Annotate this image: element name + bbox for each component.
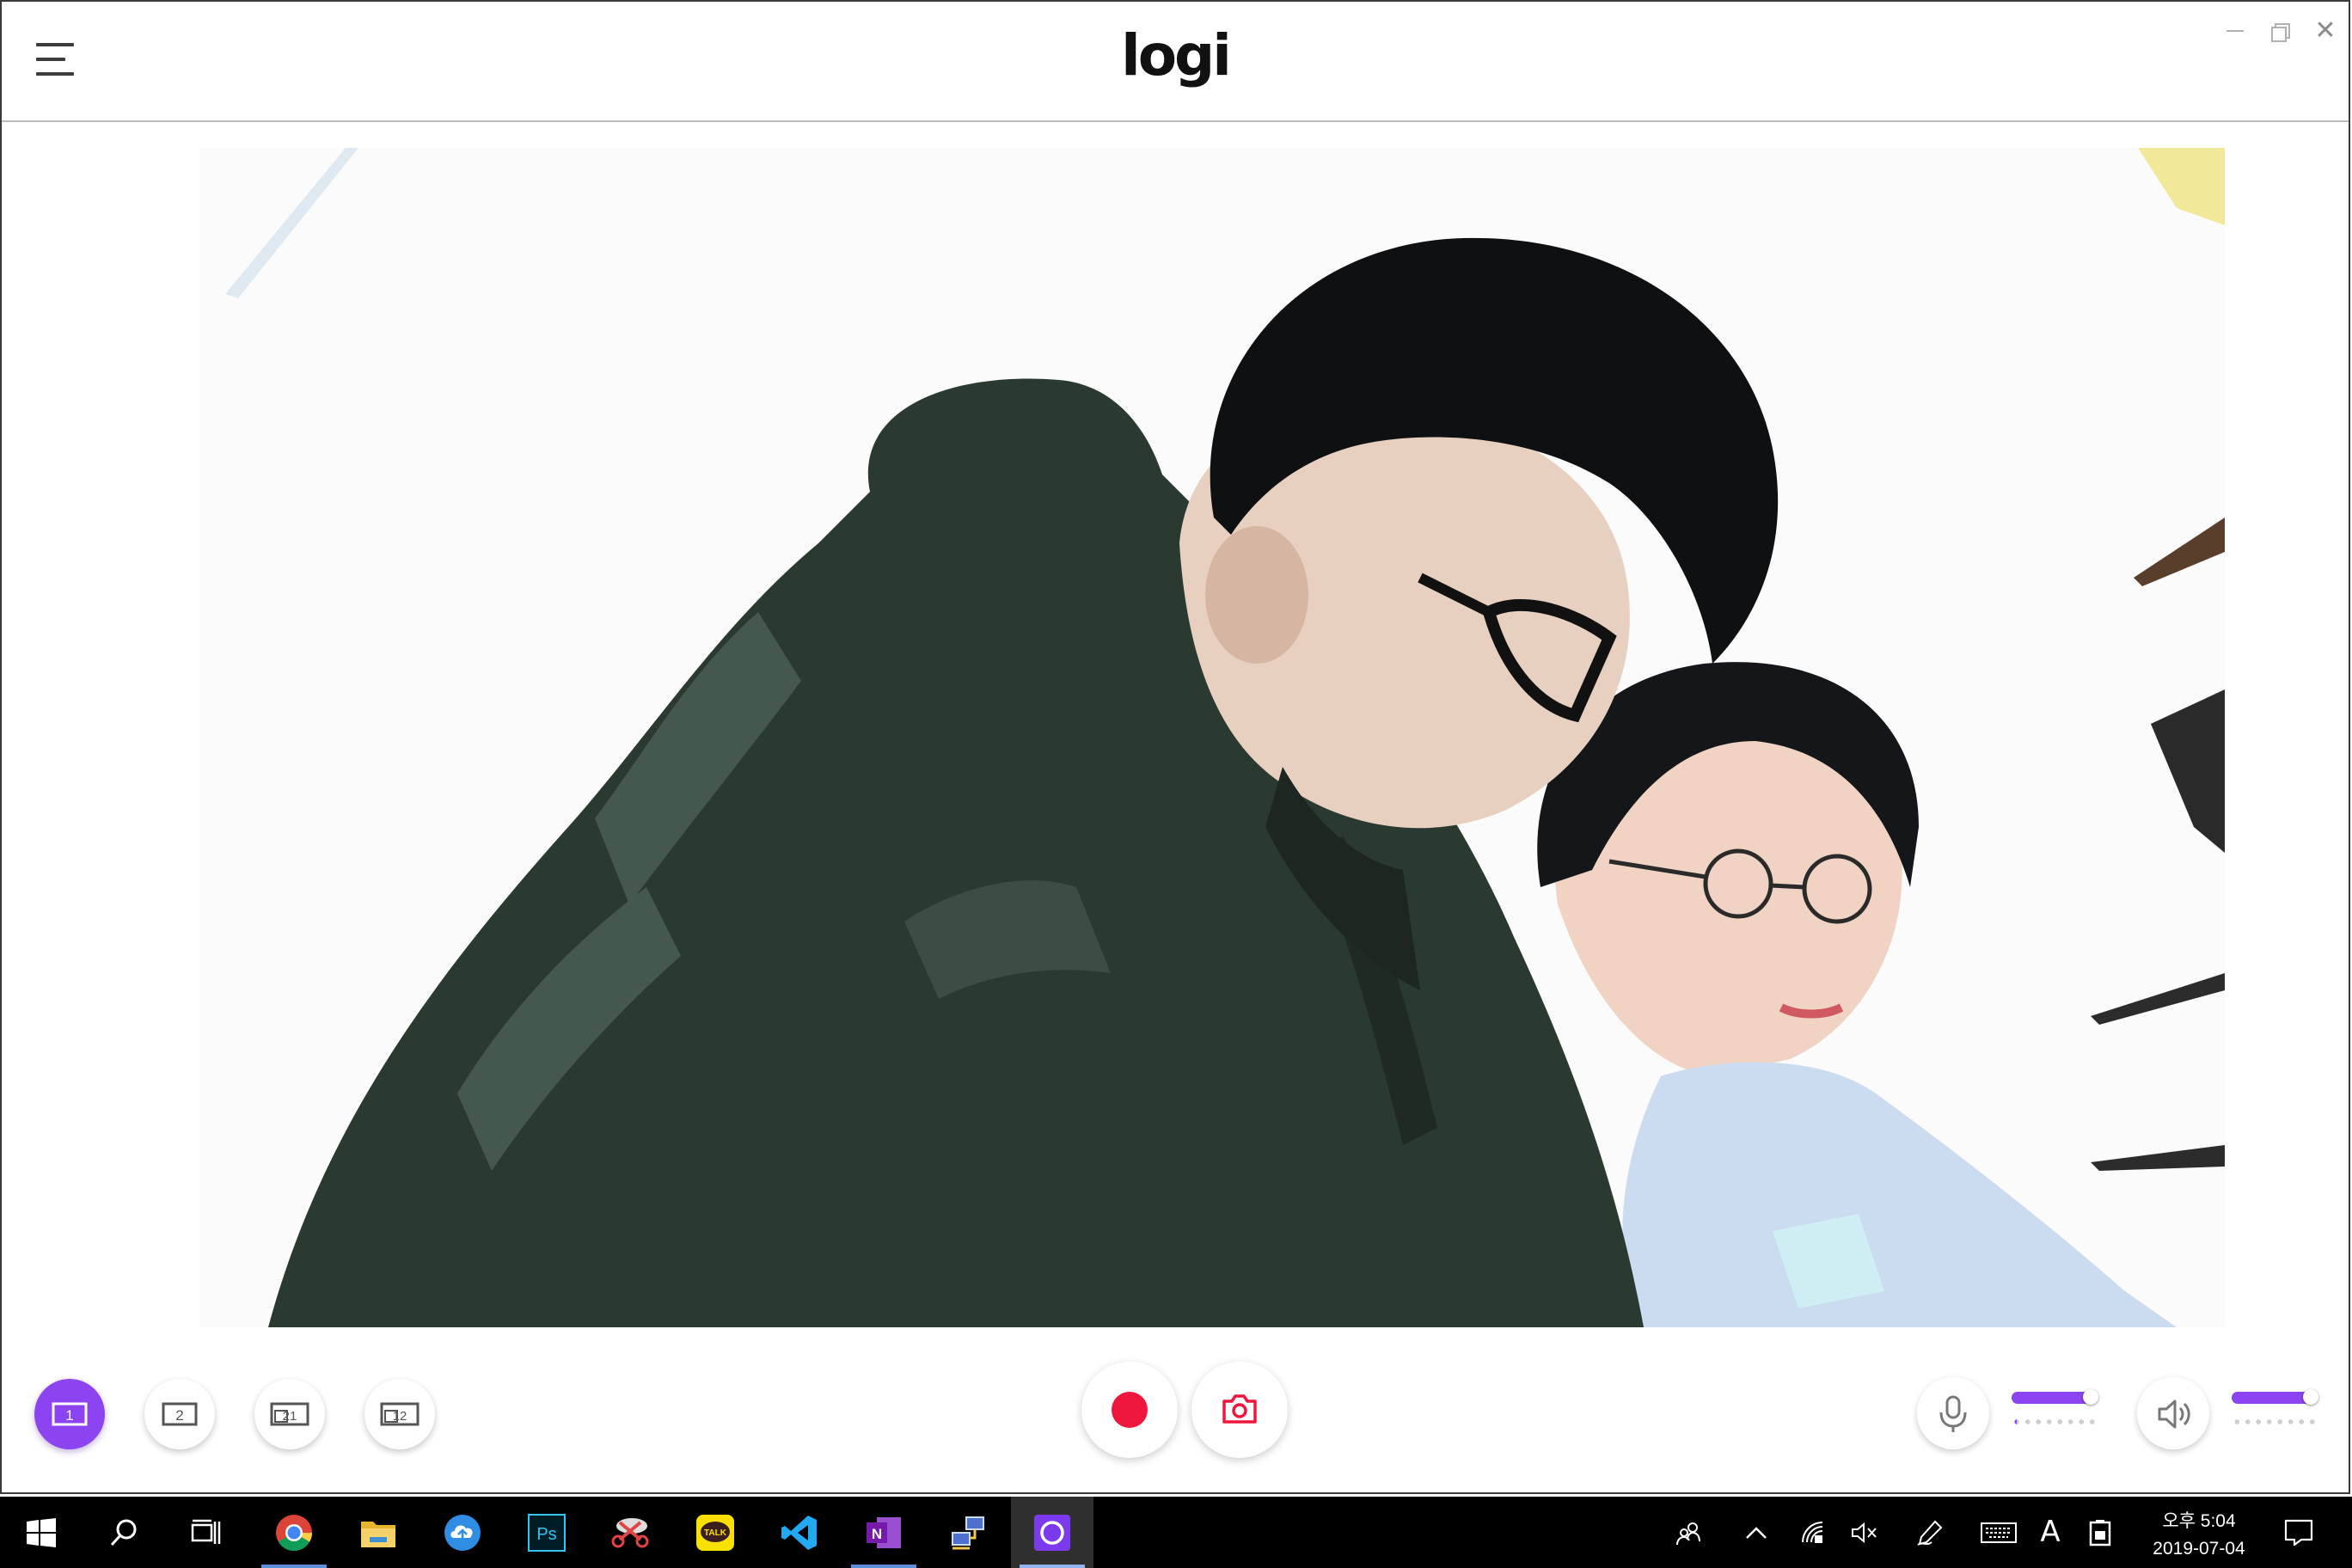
tray-show-hidden[interactable] [1736,1497,1776,1568]
taskbar-logi-capture[interactable] [1011,1497,1093,1568]
action-center-button[interactable] [2273,1497,2324,1568]
taskbar-clock[interactable]: 오후 5:04 2019-07-04 [2130,1497,2268,1568]
title-bar: logi ✕ [2,2,2349,122]
vscode-icon [781,1515,817,1550]
onenote-icon: N [867,1516,901,1548]
windows-start-icon [27,1517,56,1547]
wifi-icon [1802,1521,1823,1543]
svg-text:Ps: Ps [536,1525,556,1544]
photoshop-icon: Ps [528,1513,566,1552]
microphone-icon [1939,1395,1967,1432]
tray-network[interactable] [1793,1497,1833,1568]
layout-pip-1-2-button[interactable]: 12 [364,1379,435,1449]
taskbar-network-app[interactable] [927,1497,1009,1568]
volume-muted-icon [1852,1522,1877,1543]
tray-touch-keyboard[interactable] [1977,1497,2020,1568]
tray-windows-ink[interactable] [1910,1497,1950,1568]
minimize-icon[interactable] [2213,14,2259,48]
camera-preview [199,148,2225,1327]
logi-logo: logi [1121,22,1232,89]
close-icon[interactable]: ✕ [2302,14,2349,48]
chevron-up-icon [1746,1526,1767,1539]
taskbar-chrome[interactable] [253,1497,335,1568]
camera-icon [1222,1394,1257,1424]
taskbar-kakaotalk[interactable]: TALK [674,1497,756,1568]
snapshot-button[interactable] [1191,1362,1288,1458]
taskbar-photoshop[interactable]: Ps [505,1497,588,1568]
file-explorer-icon [361,1521,395,1547]
chrome-icon [276,1514,312,1551]
cloud-upload-icon [444,1514,481,1551]
task-view-button[interactable] [165,1497,248,1568]
clock-time: 오후 5:04 [2162,1511,2236,1531]
svg-text:1: 1 [65,1407,73,1424]
start-button[interactable] [0,1497,83,1568]
kakaotalk-icon: TALK [696,1514,734,1551]
action-center-icon [2284,1519,2313,1546]
tray-volume[interactable] [1845,1497,1884,1568]
speaker-volume-slider[interactable] [2232,1389,2321,1431]
logi-capture-icon [1034,1514,1070,1551]
svg-text:2: 2 [175,1407,183,1424]
battery-icon [2089,1519,2111,1546]
svg-text:12: 12 [393,1409,407,1424]
svg-text:21: 21 [283,1409,297,1424]
record-button[interactable] [1081,1362,1178,1458]
control-bar: 1 2 21 12 [2,1330,2352,1493]
keyboard-icon [1981,1522,2017,1543]
layout-single-1-button[interactable]: 1 [34,1379,105,1449]
record-icon [1112,1392,1148,1428]
layout-single-2-button[interactable]: 2 [144,1379,215,1449]
taskbar-file-explorer[interactable] [337,1497,420,1568]
pip-view-1-2-icon: 12 [380,1402,420,1426]
taskbar-search-button[interactable] [83,1497,165,1568]
speaker-icon [2158,1400,2190,1429]
svg-text:N: N [872,1526,882,1542]
logi-capture-window: logi ✕ 1 2 21 12 [0,0,2350,1494]
hamburger-menu-icon[interactable] [36,43,74,76]
clock-date: 2019-07-04 [2153,1539,2245,1559]
restore-icon[interactable] [2257,14,2304,48]
speaker-button[interactable] [2137,1377,2209,1449]
microphone-volume-slider[interactable] [2012,1389,2101,1431]
pen-icon [1917,1520,1943,1546]
layout-pip-2-1-button[interactable]: 21 [254,1379,325,1449]
taskbar-vscode[interactable] [758,1497,841,1568]
tray-people[interactable] [1669,1497,1709,1568]
svg-text:TALK: TALK [704,1528,727,1538]
windows-taskbar: Ps TALK N A 오후 5:04 2019-07-04 [0,1497,2352,1568]
microphone-button[interactable] [1917,1377,1989,1449]
camera-frame-image [199,148,2225,1327]
ime-mode-indicator[interactable]: A [2030,1497,2070,1568]
task-view-icon [191,1519,221,1544]
taskbar-onenote[interactable]: N [842,1497,925,1568]
tray-battery[interactable] [2080,1497,2120,1568]
network-app-icon [952,1516,984,1549]
pip-view-2-1-icon: 21 [270,1402,309,1426]
single-view-1-icon: 1 [52,1402,88,1426]
people-icon [1676,1522,1700,1545]
taskbar-cloud-upload[interactable] [421,1497,504,1568]
single-view-2-icon: 2 [162,1402,198,1426]
search-icon [110,1519,137,1546]
snipping-tool-icon [611,1517,649,1547]
taskbar-snipping-tool[interactable] [590,1497,672,1568]
